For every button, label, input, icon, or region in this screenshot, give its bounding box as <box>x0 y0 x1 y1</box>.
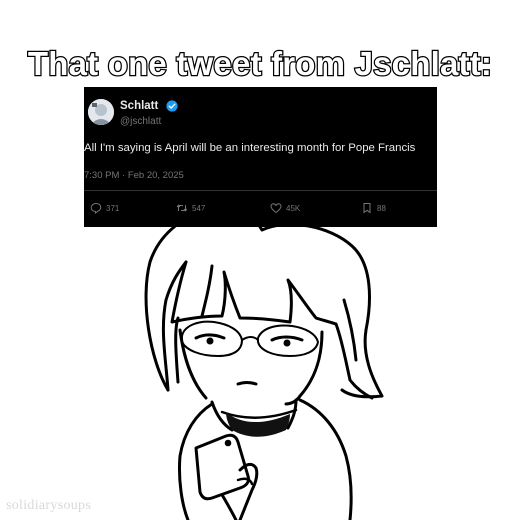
glasses-bridge <box>241 336 259 341</box>
face-left <box>178 328 208 400</box>
right-shoulder <box>298 398 353 520</box>
right-pupil <box>283 339 291 347</box>
phone <box>194 433 250 501</box>
phone-camera <box>224 439 232 447</box>
hair-left-strand <box>161 260 188 392</box>
left-pupil <box>206 337 214 345</box>
hair-bang-strand <box>200 264 214 318</box>
watermark: solidiarysoups <box>6 498 92 513</box>
hair-right-inner <box>342 298 358 362</box>
mouth <box>236 381 258 386</box>
hair-bangs <box>170 260 338 326</box>
hair-left-inner <box>174 316 180 384</box>
face-right <box>284 330 324 406</box>
character-drawing <box>144 207 384 520</box>
